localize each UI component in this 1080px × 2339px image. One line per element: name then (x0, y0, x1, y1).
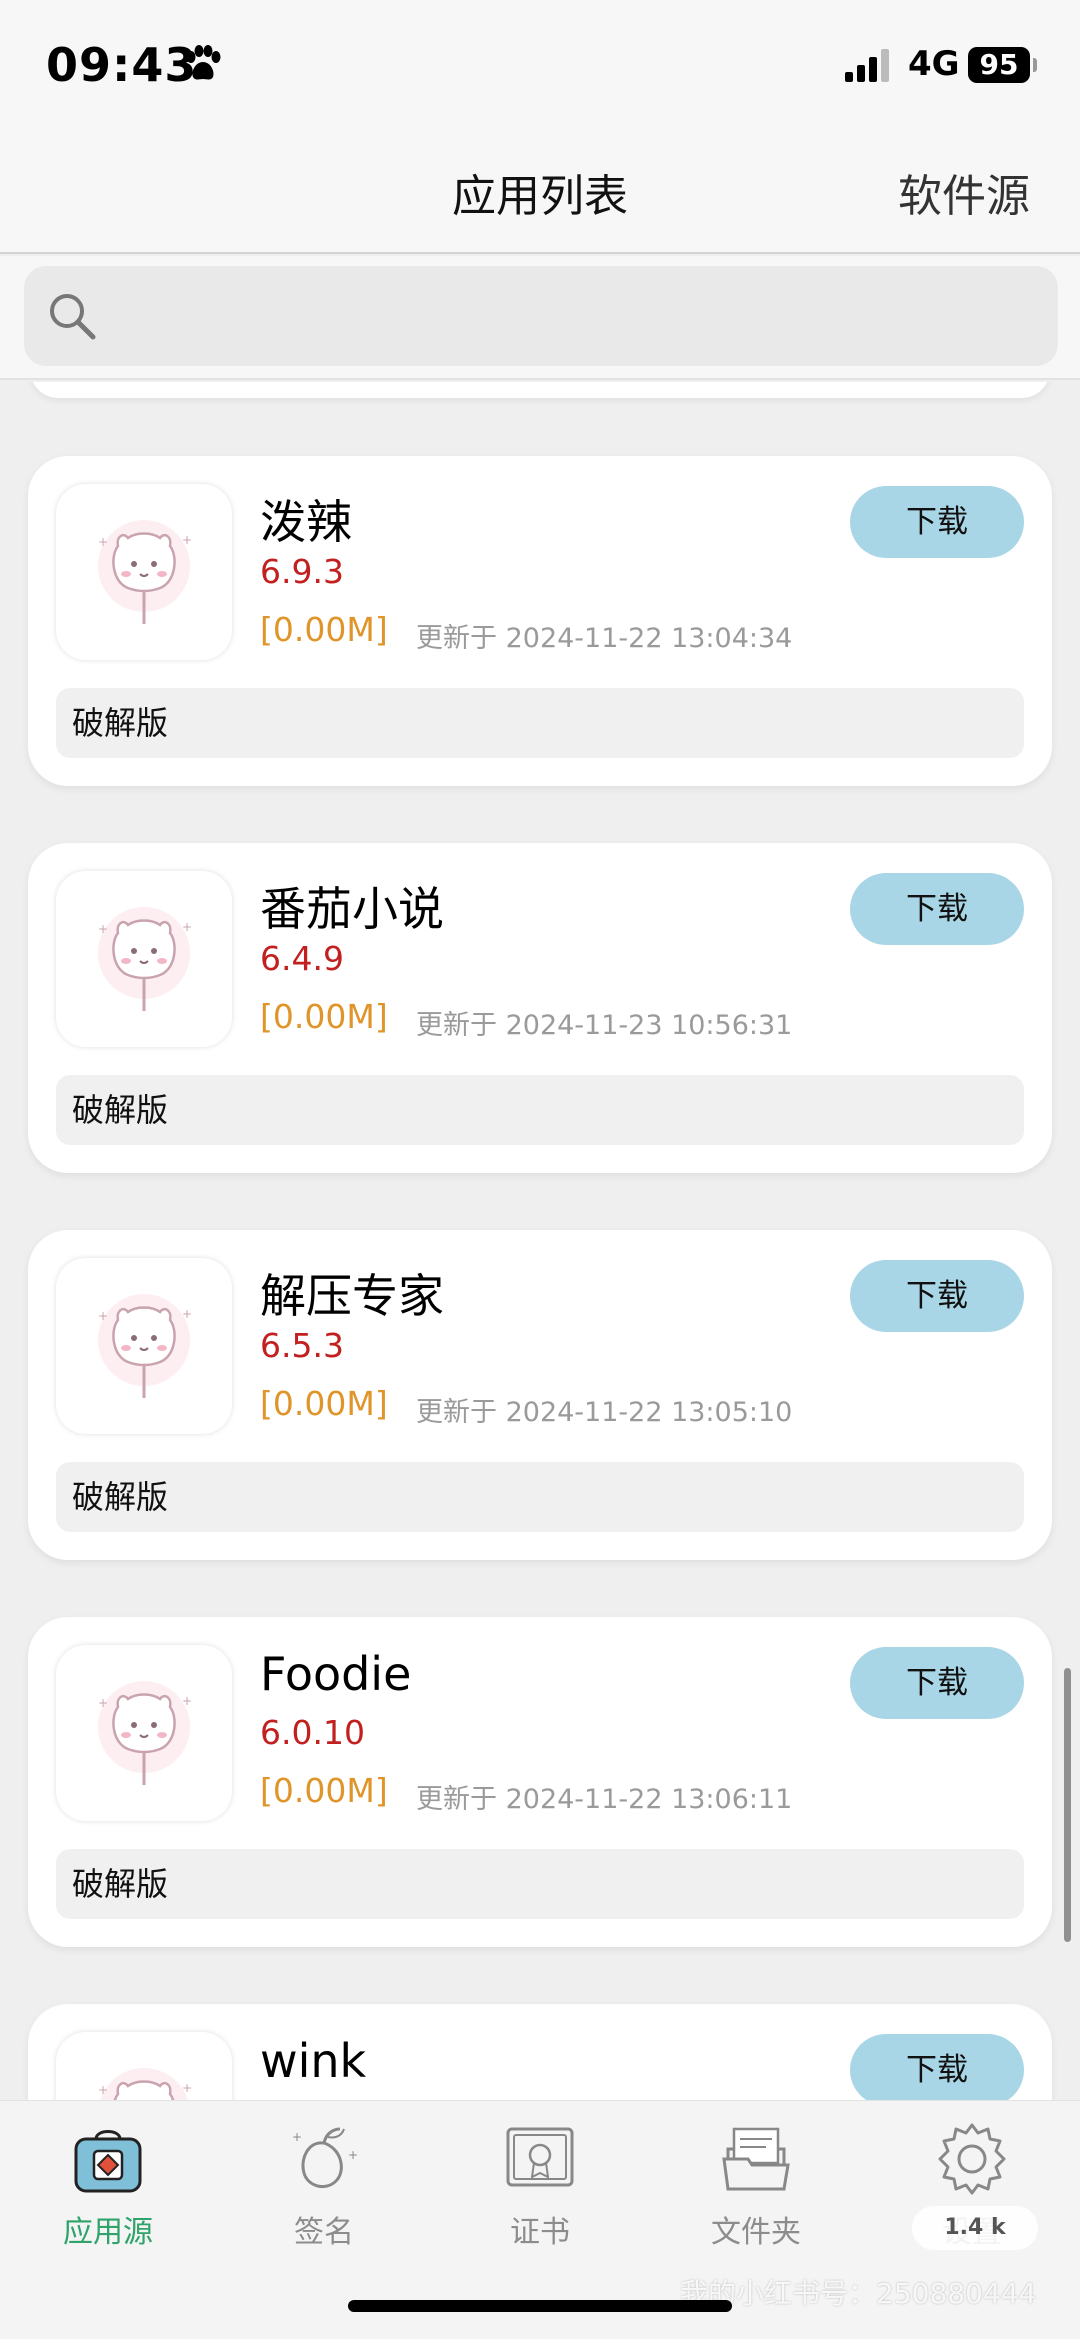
app-card-partial[interactable] (30, 382, 1050, 398)
app-updated-time: 更新于 2024-11-23 10:56:31 (416, 1010, 793, 1041)
battery-level: 95 (979, 48, 1019, 81)
svg-text:+: + (98, 1309, 108, 1323)
app-size: [0.00M] (260, 610, 388, 649)
svg-text:+: + (98, 1696, 108, 1710)
svg-text:+: + (182, 920, 192, 934)
svg-text:+: + (98, 2083, 108, 2097)
battery-tip (1033, 58, 1037, 72)
download-button[interactable]: 下载 (850, 873, 1024, 945)
app-updated-time: 更新于 2024-11-22 13:06:11 (416, 1784, 793, 1815)
nav-bar: 应用列表 软件源 (0, 130, 1080, 254)
app-size: [0.00M] (260, 1771, 388, 1810)
app-version: 6.9.3 (260, 552, 344, 591)
app-tag: 破解版 (56, 1849, 1024, 1919)
tab-app-source[interactable]: 应用源 (0, 2119, 216, 2269)
app-updated-time: 更新于 2024-11-22 13:04:34 (416, 623, 793, 654)
app-name: 番茄小说 (260, 882, 444, 936)
search-icon (50, 294, 96, 340)
app-tag: 破解版 (56, 1075, 1024, 1145)
svg-text:+: + (292, 2130, 302, 2144)
svg-text:+: + (182, 1694, 192, 1708)
watermark: 我的小红书号：250880444 (680, 2277, 1037, 2310)
app-size: [0.00M] (260, 997, 388, 1036)
svg-text:+: + (182, 533, 192, 547)
app-icon: + + (56, 1645, 232, 1821)
gear-icon (938, 2123, 1006, 2195)
status-time: 09:43 (46, 38, 198, 92)
download-button[interactable]: 下载 (850, 1647, 1024, 1719)
network-type: 4G (908, 44, 960, 84)
svg-text:+: + (182, 1307, 192, 1321)
app-list[interactable]: + + 泼辣 6.9.3 [0.00M] 更新于 2024-11-22 13:0… (0, 382, 1080, 2100)
tab-label: 签名 (294, 2215, 354, 2250)
cellular-signal-icon (845, 49, 889, 82)
paw-icon (186, 45, 221, 80)
home-indicator[interactable] (348, 2300, 732, 2312)
app-size: [0.00M] (260, 1384, 388, 1423)
svg-text:+: + (98, 922, 108, 936)
download-button[interactable]: 下载 (850, 486, 1024, 558)
certificate-icon (506, 2127, 574, 2187)
svg-text:+: + (348, 2148, 358, 2162)
status-bar: 09:43 4G 95 (0, 0, 1080, 130)
mango-icon: + + (292, 2127, 358, 2189)
tab-sign[interactable]: + + 签名 (216, 2119, 432, 2269)
app-card[interactable]: + + 番茄小说 6.4.9 [0.00M] 更新于 2024-11-23 10… (28, 843, 1052, 1173)
app-card[interactable]: + + wink 下载 (28, 2004, 1052, 2100)
app-version: 6.0.10 (260, 1713, 365, 1752)
folder-icon (722, 2127, 790, 2191)
tab-badge: 1.4 k (912, 2206, 1038, 2250)
app-tag: 破解版 (56, 688, 1024, 758)
tab-label: 证书 (510, 2215, 570, 2250)
battery-icon: 95 (968, 47, 1030, 83)
app-icon: + + (56, 871, 232, 1047)
app-card[interactable]: + + 解压专家 6.5.3 [0.00M] 更新于 2024-11-22 13… (28, 1230, 1052, 1560)
scroll-indicator[interactable] (1064, 1668, 1071, 1942)
app-icon: + + (56, 2032, 232, 2100)
search-input[interactable] (24, 266, 1058, 366)
app-name: wink (260, 2034, 367, 2088)
svg-text:+: + (98, 535, 108, 549)
app-version: 6.4.9 (260, 939, 344, 978)
app-version: 6.5.3 (260, 1326, 344, 1365)
software-source-button[interactable]: 软件源 (898, 160, 1030, 224)
tab-label: 文件夹 (711, 2215, 801, 2250)
app-card[interactable]: + + Foodie 6.0.10 [0.00M] 更新于 2024-11-22… (28, 1617, 1052, 1947)
app-name: Foodie (260, 1647, 412, 1701)
tab-certificate[interactable]: 证书 (432, 2119, 648, 2269)
download-button[interactable]: 下载 (850, 2034, 1024, 2100)
app-icon: + + (56, 484, 232, 660)
tab-label: 应用源 (63, 2215, 153, 2250)
app-icon: + + (56, 1258, 232, 1434)
app-card[interactable]: + + 泼辣 6.9.3 [0.00M] 更新于 2024-11-22 13:0… (28, 456, 1052, 786)
download-button[interactable]: 下载 (850, 1260, 1024, 1332)
search-area (0, 256, 1080, 380)
app-name: 泼辣 (260, 495, 352, 549)
app-updated-time: 更新于 2024-11-22 13:05:10 (416, 1397, 793, 1428)
app-tag: 破解版 (56, 1462, 1024, 1532)
svg-text:+: + (182, 2081, 192, 2095)
tab-folder[interactable]: 文件夹 (648, 2119, 864, 2269)
app-source-icon (74, 2130, 142, 2193)
app-name: 解压专家 (260, 1269, 444, 1323)
